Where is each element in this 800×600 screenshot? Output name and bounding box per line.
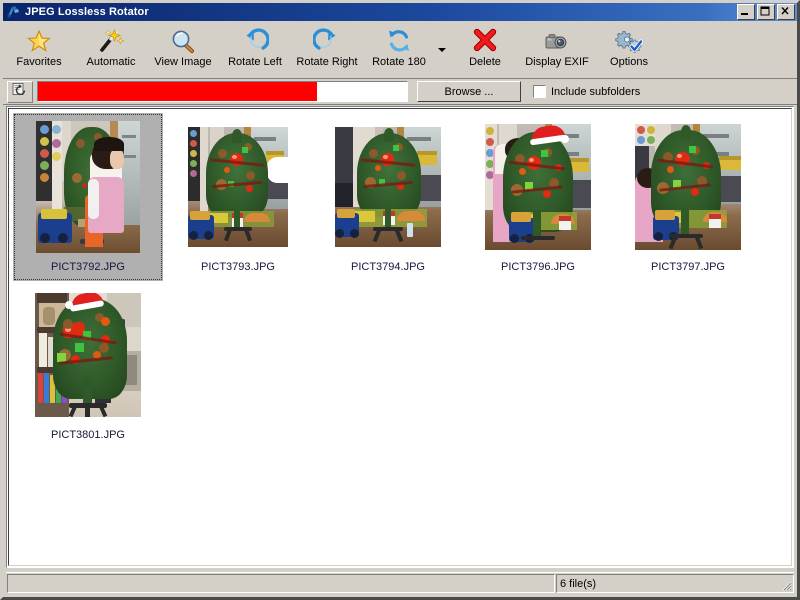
list-item[interactable]: PICT3792.JPG [13,113,163,281]
rotate-180-button[interactable]: Rotate 180 [363,24,435,72]
list-item[interactable]: PICT3797.JPG [613,113,763,281]
rotate-right-label: Rotate Right [296,56,358,68]
magic-wand-icon [95,27,127,55]
display-exif-label: Display EXIF [525,56,589,68]
list-item[interactable]: PICT3796.JPG [463,113,613,281]
thumbnail-image[interactable] [28,287,148,422]
browse-button[interactable]: Browse ... [417,81,521,102]
minimize-button[interactable] [737,4,755,20]
statusbar-file-count-pane: 6 file(s) [556,574,794,593]
list-item[interactable]: PICT3794.JPG [313,113,463,281]
path-redaction-overlay [38,82,317,101]
rotate-left-button[interactable]: Rotate Left [219,24,291,72]
gears-check-icon [613,27,645,55]
delete-label: Delete [469,56,501,68]
favorites-button[interactable]: Favorites [3,24,75,72]
statusbar-left-pane [7,574,555,593]
list-item-label: PICT3801.JPG [51,429,125,441]
titlebar: JPEG Lossless Rotator [3,3,797,21]
list-item-label: PICT3797.JPG [651,261,725,273]
close-button[interactable] [777,4,795,20]
folder-refresh-icon-button[interactable] [7,80,33,103]
application-window: JPEG Lossless Rotator Favorites Automati… [0,0,800,600]
list-item-label: PICT3793.JPG [201,261,275,273]
thumbnail-image[interactable] [178,119,298,254]
rotate-180-icon [383,27,415,55]
thumbnail-grid: PICT3792.JPG PICT3793.JPG PICT3794.JPG P… [13,113,791,449]
rotate-180-label: Rotate 180 [372,56,426,68]
thumbnail-image[interactable] [28,119,148,254]
automatic-label: Automatic [86,56,136,68]
rotate-right-button[interactable]: Rotate Right [291,24,363,72]
statusbar: 6 file(s) [6,572,794,594]
list-item[interactable]: PICT3793.JPG [163,113,313,281]
maximize-button[interactable] [757,4,775,20]
camera-icon [541,27,573,55]
checkbox-box[interactable] [533,85,546,98]
include-subfolders-checkbox[interactable]: Include subfolders [533,85,640,98]
resize-grip-icon[interactable] [780,579,792,591]
toolbar: Favorites Automatic View Image Rotate Le… [3,21,797,79]
app-icon [5,5,21,19]
list-item-label: PICT3796.JPG [501,261,575,273]
chevron-down-icon [438,48,446,52]
rotate-dropdown-button[interactable] [435,24,449,74]
list-item-label: PICT3792.JPG [51,261,125,273]
rotate-left-icon [239,27,271,55]
path-input-empty-area[interactable] [317,82,407,101]
view-image-button[interactable]: View Image [147,24,219,72]
window-controls [737,4,795,20]
display-exif-button[interactable]: Display EXIF [521,24,593,72]
view-image-label: View Image [154,56,212,68]
options-label: Options [610,56,648,68]
options-button[interactable]: Options [593,24,665,72]
path-bar: Browse ... Include subfolders [3,79,797,105]
folder-refresh-icon [11,81,29,102]
file-count-text: 6 file(s) [560,577,597,590]
window-title: JPEG Lossless Rotator [25,6,149,18]
star-icon [23,27,55,55]
delete-button[interactable]: Delete [449,24,521,72]
rotate-left-label: Rotate Left [228,56,282,68]
thumbnail-image[interactable] [628,119,748,254]
rotate-right-icon [311,27,343,55]
include-subfolders-label: Include subfolders [551,85,641,98]
list-item[interactable]: PICT3801.JPG [13,281,163,449]
favorites-label: Favorites [16,56,62,68]
list-item-label: PICT3794.JPG [351,261,425,273]
automatic-button[interactable]: Automatic [75,24,147,72]
thumbnail-panel-inner: PICT3792.JPG PICT3793.JPG PICT3794.JPG P… [8,108,792,566]
thumbnail-image[interactable] [478,119,598,254]
thumbnail-panel[interactable]: PICT3792.JPG PICT3793.JPG PICT3794.JPG P… [6,106,794,568]
thumbnail-image[interactable] [328,119,448,254]
magnifier-icon [167,27,199,55]
red-x-icon [469,27,501,55]
folder-path-input[interactable] [37,81,408,102]
